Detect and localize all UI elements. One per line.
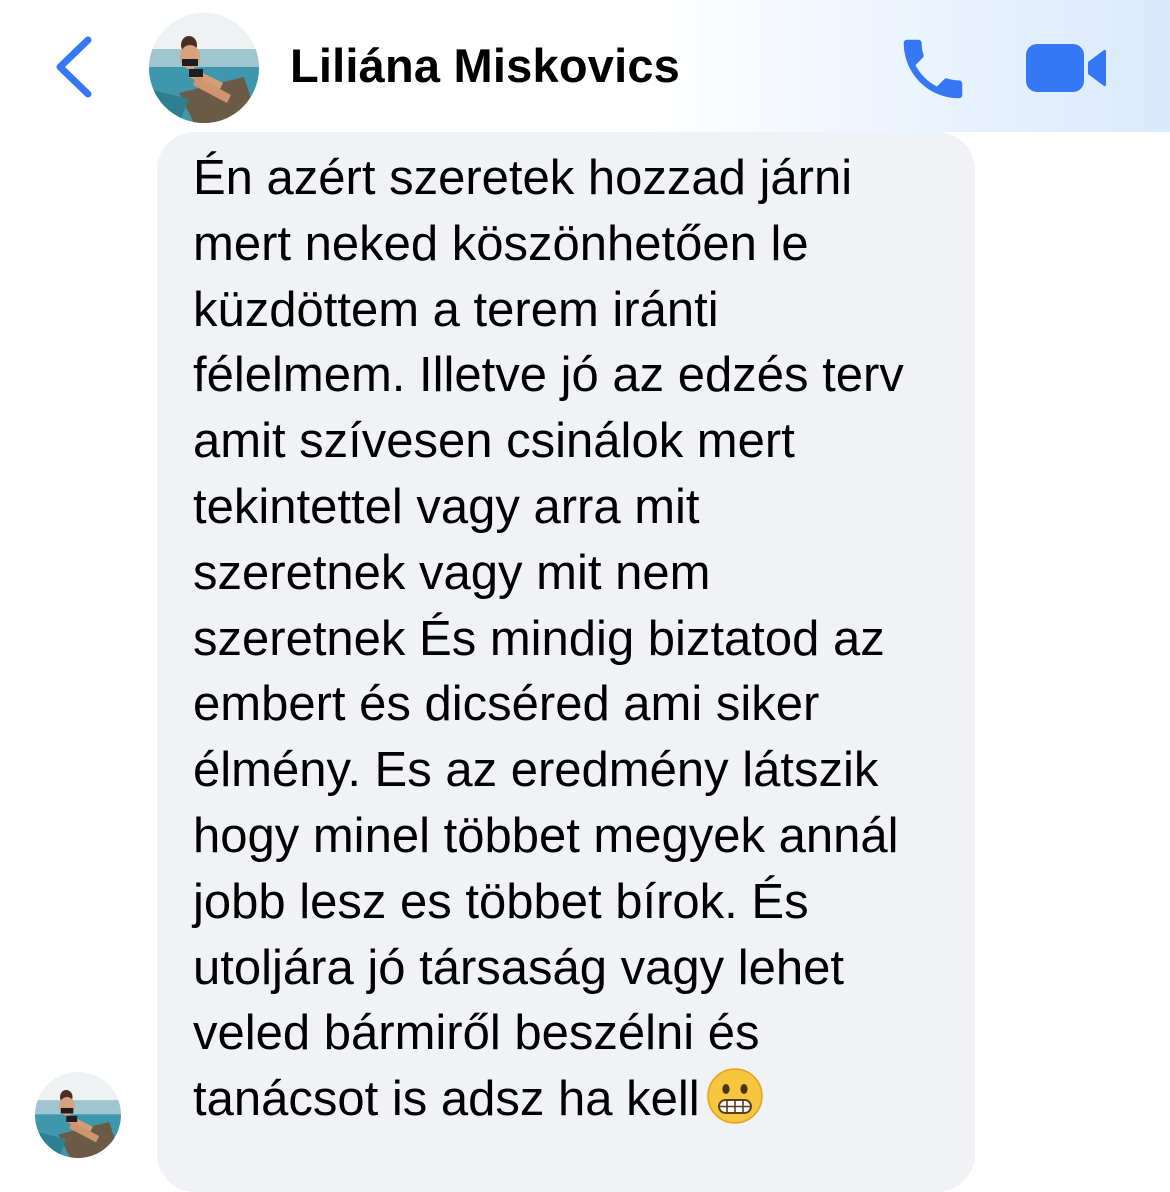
message-line: tanácsot is adsz ha kell bbox=[193, 1072, 700, 1127]
message-line: szeretnek És mindig biztatod az bbox=[193, 611, 885, 666]
video-camera-icon bbox=[1026, 44, 1106, 92]
grimacing-face-emoji bbox=[706, 1068, 763, 1124]
message-line: embert és dicséred ami siker bbox=[193, 677, 820, 732]
video-call-button[interactable] bbox=[1022, 38, 1110, 98]
call-button[interactable] bbox=[894, 30, 972, 108]
message-line: amit szívesen csinálok mert bbox=[193, 414, 795, 469]
message-line: hogy minel többet megyek annál bbox=[193, 808, 899, 863]
message-line: jobb lesz es többet bírok. És bbox=[193, 874, 809, 929]
chat-header: Liliána Miskovics bbox=[0, 0, 1170, 132]
message-text: Én azért szeretek hozzad járni mert neke… bbox=[193, 146, 963, 1133]
phone-icon bbox=[903, 39, 963, 99]
message-line: élmény. Es az eredmény látszik bbox=[193, 743, 879, 798]
message-line-last: tanácsot is adsz ha kell bbox=[193, 1067, 963, 1133]
message-line: küzdöttem a terem iránti bbox=[193, 282, 719, 337]
message-line: szeretnek vagy mit nem bbox=[193, 545, 711, 600]
contact-avatar[interactable] bbox=[149, 13, 259, 123]
contact-name[interactable]: Liliána Miskovics bbox=[290, 38, 680, 93]
message-line: Én azért szeretek hozzad járni bbox=[193, 151, 853, 205]
message-line: félelmem. Illetve jó az edzés terv bbox=[193, 348, 904, 403]
back-button[interactable] bbox=[50, 34, 100, 100]
message-line: utoljára jó társaság vagy lehet bbox=[193, 940, 844, 995]
sender-avatar[interactable] bbox=[35, 1072, 121, 1158]
message-line: tekintettel vagy arra mit bbox=[193, 479, 700, 534]
chevron-left-icon bbox=[56, 36, 92, 98]
message-line: mert neked köszönhetően le bbox=[193, 216, 809, 271]
message-line: veled bármiről beszélni és bbox=[193, 1006, 760, 1061]
